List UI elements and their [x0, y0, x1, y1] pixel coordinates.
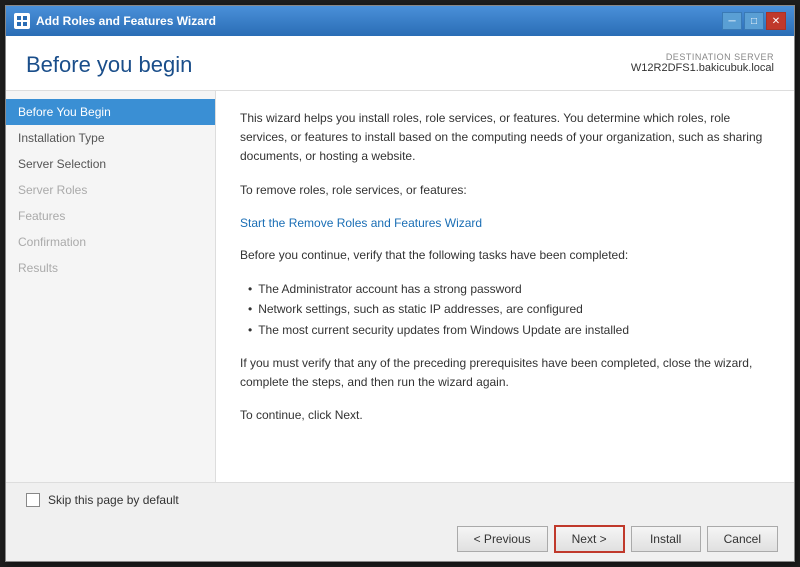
sidebar-item-server-selection[interactable]: Server Selection: [6, 151, 215, 177]
content-panel: This wizard helps you install roles, rol…: [216, 91, 794, 482]
continue-paragraph: To continue, click Next.: [240, 406, 770, 425]
main-body: Before You Begin Installation Type Serve…: [6, 91, 794, 482]
bullet-dot-3: •: [248, 320, 252, 340]
footer: Skip this page by default < Previous Nex…: [6, 482, 794, 561]
sidebar-item-confirmation: Confirmation: [6, 229, 215, 255]
prerequisite-paragraph: If you must verify that any of the prece…: [240, 354, 770, 392]
bullet-dot-1: •: [248, 279, 252, 299]
sidebar-item-server-roles: Server Roles: [6, 177, 215, 203]
install-button[interactable]: Install: [631, 526, 701, 552]
destination-server-name: W12R2DFS1.bakicubuk.local: [631, 62, 774, 74]
cancel-button[interactable]: Cancel: [707, 526, 778, 552]
intro-paragraph: This wizard helps you install roles, rol…: [240, 109, 770, 167]
bullet-dot-2: •: [248, 299, 252, 319]
destination-label: DESTINATION SERVER: [631, 52, 774, 62]
bullet-text-1: The Administrator account has a strong p…: [258, 279, 521, 299]
skip-checkbox-label: Skip this page by default: [48, 493, 179, 507]
restore-button[interactable]: □: [744, 12, 764, 30]
remove-label: To remove roles, role services, or featu…: [240, 181, 770, 200]
previous-button[interactable]: < Previous: [457, 526, 548, 552]
bullet-text-3: The most current security updates from W…: [258, 320, 629, 340]
window-title: Add Roles and Features Wizard: [36, 14, 216, 28]
bullet-text-2: Network settings, such as static IP addr…: [258, 299, 583, 319]
destination-server-info: DESTINATION SERVER W12R2DFS1.bakicubuk.l…: [631, 52, 774, 74]
sidebar-item-results: Results: [6, 255, 215, 281]
minimize-button[interactable]: ─: [722, 12, 742, 30]
page-title: Before you begin: [26, 52, 192, 78]
sidebar: Before You Begin Installation Type Serve…: [6, 91, 216, 482]
bullet-list: • The Administrator account has a strong…: [248, 279, 770, 340]
window-controls: ─ □ ✕: [722, 12, 786, 30]
verify-label: Before you continue, verify that the fol…: [240, 246, 770, 265]
close-button[interactable]: ✕: [766, 12, 786, 30]
bullet-item-2: • Network settings, such as static IP ad…: [248, 299, 770, 319]
bullet-item-1: • The Administrator account has a strong…: [248, 279, 770, 299]
sidebar-item-features: Features: [6, 203, 215, 229]
title-bar: Add Roles and Features Wizard ─ □ ✕: [6, 6, 794, 36]
page-header: Before you begin DESTINATION SERVER W12R…: [6, 36, 794, 91]
skip-checkbox[interactable]: [26, 493, 40, 507]
bullet-item-3: • The most current security updates from…: [248, 320, 770, 340]
sidebar-item-before-you-begin[interactable]: Before You Begin: [6, 99, 215, 125]
sidebar-item-installation-type[interactable]: Installation Type: [6, 125, 215, 151]
button-row: < Previous Next > Install Cancel: [6, 517, 794, 561]
next-button[interactable]: Next >: [554, 525, 625, 553]
remove-link[interactable]: Start the Remove Roles and Features Wiza…: [240, 216, 482, 230]
window-icon: [14, 13, 30, 29]
checkbox-row: Skip this page by default: [6, 483, 794, 517]
